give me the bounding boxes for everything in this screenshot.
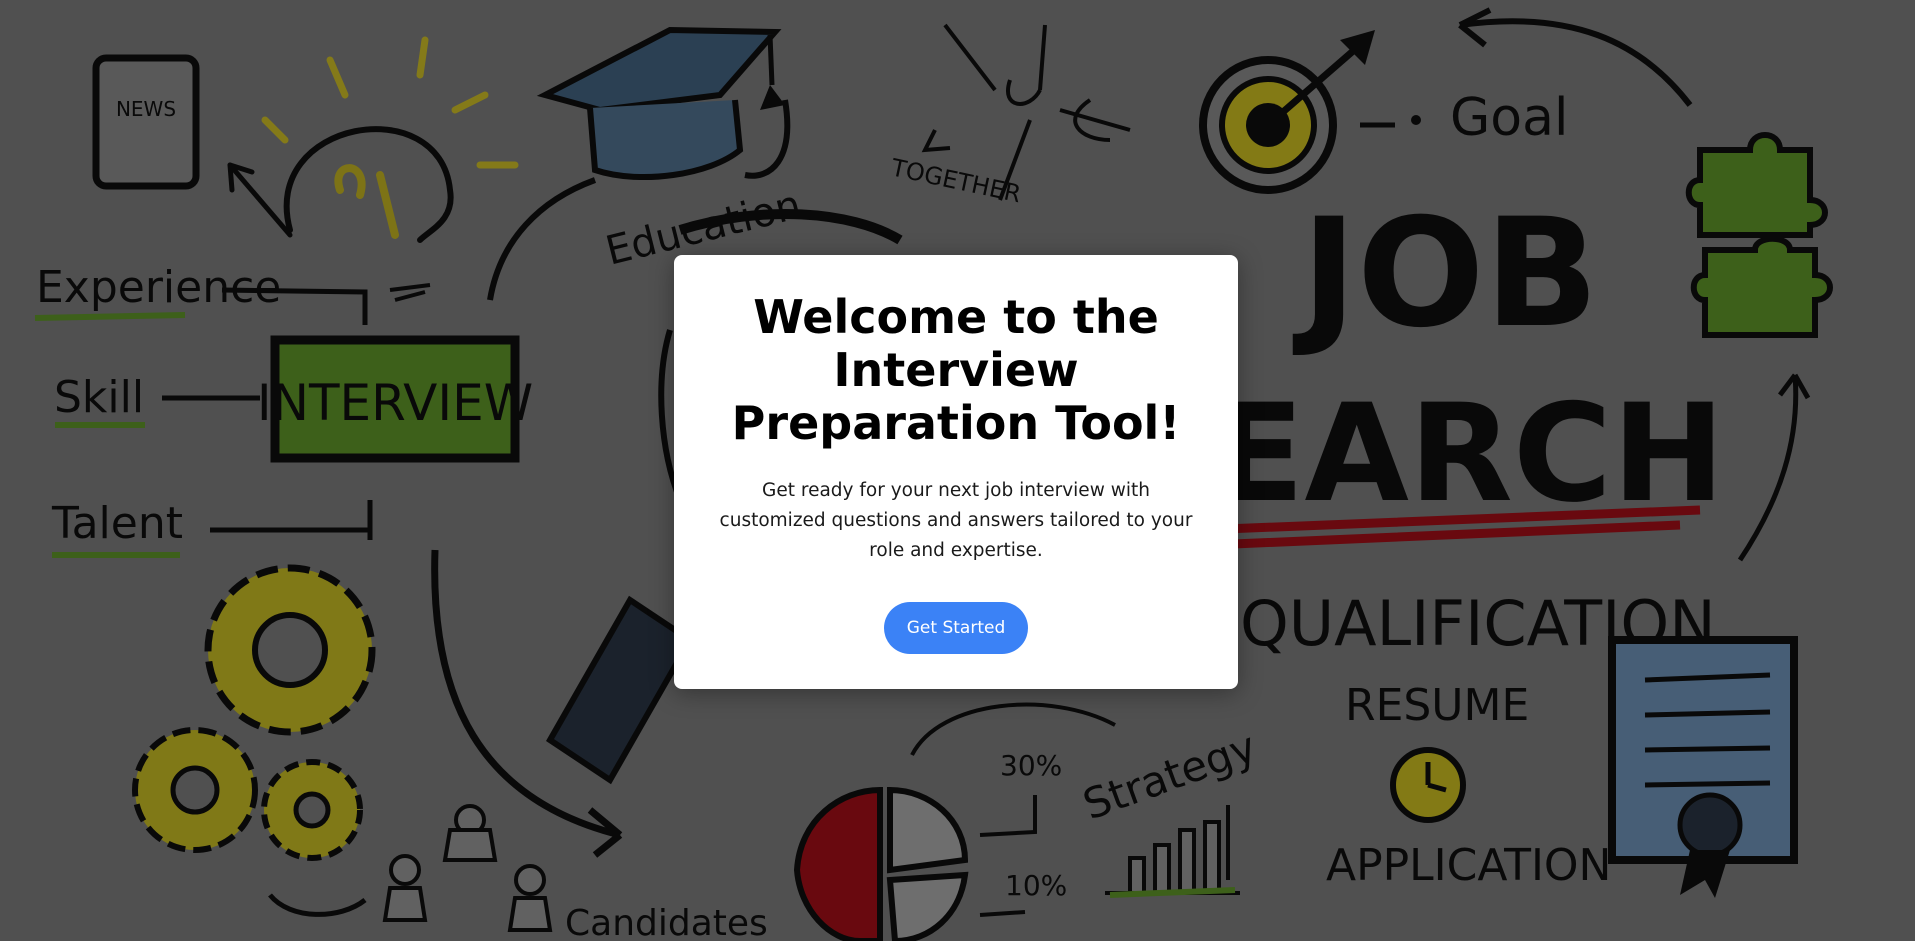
welcome-description: Get ready for your next job interview wi… <box>719 480 1193 561</box>
welcome-dialog: Welcome to the Interview Preparation Too… <box>674 255 1238 689</box>
welcome-title: Welcome to the Interview Preparation Too… <box>731 290 1181 450</box>
page: NEWS Education TOGETHER Goal Experience … <box>0 0 1915 941</box>
get-started-button[interactable]: Get Started <box>884 602 1028 654</box>
